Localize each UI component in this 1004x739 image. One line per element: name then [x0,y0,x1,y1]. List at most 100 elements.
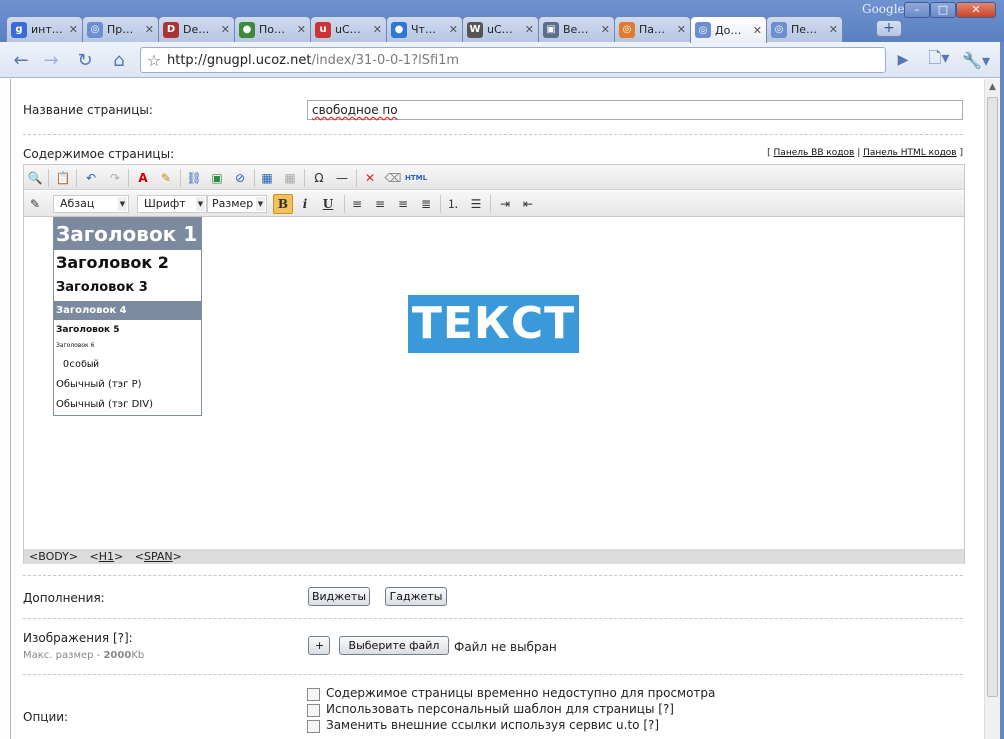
path-h1[interactable]: <H1> [90,550,124,563]
browser-tab[interactable]: ● Чт… ✕ [386,16,463,42]
widgets-button[interactable]: Виджеты [308,587,370,606]
back-arrow-icon[interactable]: ← [8,48,34,72]
browser-tab[interactable]: ● По… ✕ [234,16,311,42]
wrench-menu-icon[interactable]: 🔧▾ [960,48,992,72]
close-icon[interactable]: ✕ [601,23,610,36]
eraser-icon[interactable]: ⌫ [384,169,402,186]
tab-title: Ве… [563,23,589,36]
address-bar[interactable]: ☆ http://gnugpl.ucoz.net/index/31-0-0-1?… [140,47,886,73]
tab-strip: g инт… ✕ ◎ Пр… ✕ D De… ✕ ● По… ✕ u uC… ✕ ● Чт… ✕ WuC… ✕ ▣ Ве…… [6,16,843,43]
link-icon[interactable]: ⛓ [185,169,203,186]
close-icon[interactable]: ✕ [829,23,838,36]
ucoz-orange-icon: ◎ [619,21,635,38]
go-play-icon[interactable]: ▶ [890,48,916,72]
remove-format-icon[interactable]: ✕ [361,169,379,186]
table-edit-icon[interactable]: ▦ [281,169,299,186]
paste-icon[interactable]: 📋 [54,169,72,186]
browser-tab[interactable]: D De… ✕ [158,16,235,42]
preview-icon[interactable]: 🔍 [26,169,44,186]
close-icon[interactable]: ✕ [69,23,78,36]
dropdown-item-div[interactable]: Обычный (тэг DIV) [54,395,201,415]
scrollbar-thumb[interactable] [987,97,998,697]
divider [23,575,963,576]
no-file-label: Файл не выбран [454,640,557,654]
indent-icon[interactable]: ⇥ [496,195,514,212]
ordered-list-icon[interactable]: ⒈ [444,195,462,212]
close-window-button[interactable]: ✕ [956,2,996,18]
page-name-input[interactable]: свободное по [307,100,963,120]
browser-tab[interactable]: WuC… ✕ [462,16,539,42]
redo-icon[interactable]: ↷ [106,169,124,186]
align-justify-icon[interactable]: ≣ [417,195,435,212]
browser-tab[interactable]: u uC… ✕ [310,16,387,42]
dropdown-item-h3[interactable]: Заголовок 3 [54,277,201,299]
path-span[interactable]: <SPAN> [135,550,182,563]
browser-tab[interactable]: ◎ До… ✕ [690,16,767,43]
scroll-up-icon[interactable]: ▲ [985,79,1000,95]
underline-button[interactable]: U [319,195,337,212]
page-menu-icon[interactable]: 🗋▾ [924,48,954,72]
dropdown-item-pre[interactable]: Особый [54,355,201,375]
close-icon[interactable]: ✕ [221,23,230,36]
horizontal-rule-icon[interactable]: — [333,169,351,186]
browser-tab[interactable]: g инт… ✕ [6,16,83,42]
outdent-icon[interactable]: ⇤ [519,195,537,212]
anchor-compass-icon[interactable]: ⊘ [231,169,249,186]
toolbar-separator [48,169,49,187]
dropdown-item-h2[interactable]: Заголовок 2 [54,251,201,275]
dropdown-item-p[interactable]: Обычный (тэг P) [54,375,201,395]
reload-icon[interactable]: ↻ [72,48,98,72]
html-source-icon[interactable]: HTML [405,169,427,186]
html-panel-link[interactable]: Панель HTML кодов [863,148,957,158]
text-color-icon[interactable]: A [134,169,152,186]
align-center-icon[interactable]: ≡ [371,195,389,212]
bb-panel-link[interactable]: Панель BB кодов [774,148,855,158]
align-right-icon[interactable]: ≡ [394,195,412,212]
option-checkbox-unavailable[interactable] [307,688,320,701]
bold-button[interactable]: B [273,194,293,214]
editor-heading-text[interactable]: ТЕКСТ [408,295,579,353]
dropdown-item-h6[interactable]: Заголовок 6 [54,339,201,353]
close-icon[interactable]: ✕ [145,23,154,36]
max-size-prefix: Макс. размер - [23,650,104,661]
bookmark-star-icon[interactable]: ☆ [141,51,167,70]
home-icon[interactable]: ⌂ [106,48,132,72]
close-icon[interactable]: ✕ [297,23,306,36]
minimize-button[interactable]: – [904,2,930,18]
close-icon[interactable]: ✕ [753,24,762,37]
font-select[interactable]: Шрифт ▼ [137,195,207,213]
window-border [1000,42,1004,739]
browser-tab[interactable]: ◎ Пе… ✕ [766,16,843,42]
unordered-list-icon[interactable]: ☰ [467,195,485,212]
table-icon[interactable]: ▦ [258,169,276,186]
add-image-button[interactable]: + [308,636,330,655]
option-checkbox-template[interactable] [307,704,320,717]
maximize-button[interactable]: □ [930,2,956,18]
browser-tab[interactable]: ◎ Па… ✕ [614,16,691,42]
close-icon[interactable]: ✕ [525,23,534,36]
dropdown-item-h4[interactable]: Заголовок 4 [54,301,201,320]
edit-style-icon[interactable]: ✎ [26,195,44,212]
forward-arrow-icon[interactable]: → [38,48,64,72]
new-tab-button[interactable]: + [876,20,902,37]
image-icon[interactable]: ▣ [208,169,226,186]
undo-icon[interactable]: ↶ [82,169,100,186]
path-body[interactable]: <BODY> [29,550,78,563]
close-icon[interactable]: ✕ [449,23,458,36]
special-char-icon[interactable]: Ω [310,169,328,186]
align-left-icon[interactable]: ≡ [348,195,366,212]
close-icon[interactable]: ✕ [677,23,686,36]
dropdown-item-h5[interactable]: Заголовок 5 [54,321,201,339]
gadgets-button[interactable]: Гаджеты [385,587,447,606]
dropdown-item-h1[interactable]: Заголовок 1 [54,218,201,250]
paragraph-select[interactable]: Абзац ▼ [53,195,129,213]
close-icon[interactable]: ✕ [373,23,382,36]
choose-file-button[interactable]: Выберите файл [339,636,449,655]
highlight-color-icon[interactable]: ✎ [157,169,175,186]
option-checkbox-uto[interactable] [307,720,320,733]
italic-button[interactable]: i [296,195,314,212]
browser-tab[interactable]: ▣ Ве… ✕ [538,16,615,42]
size-select[interactable]: Размер ▼ [207,195,267,213]
browser-tab[interactable]: ◎ Пр… ✕ [82,16,159,42]
vertical-scrollbar[interactable]: ▲ [984,79,1000,739]
